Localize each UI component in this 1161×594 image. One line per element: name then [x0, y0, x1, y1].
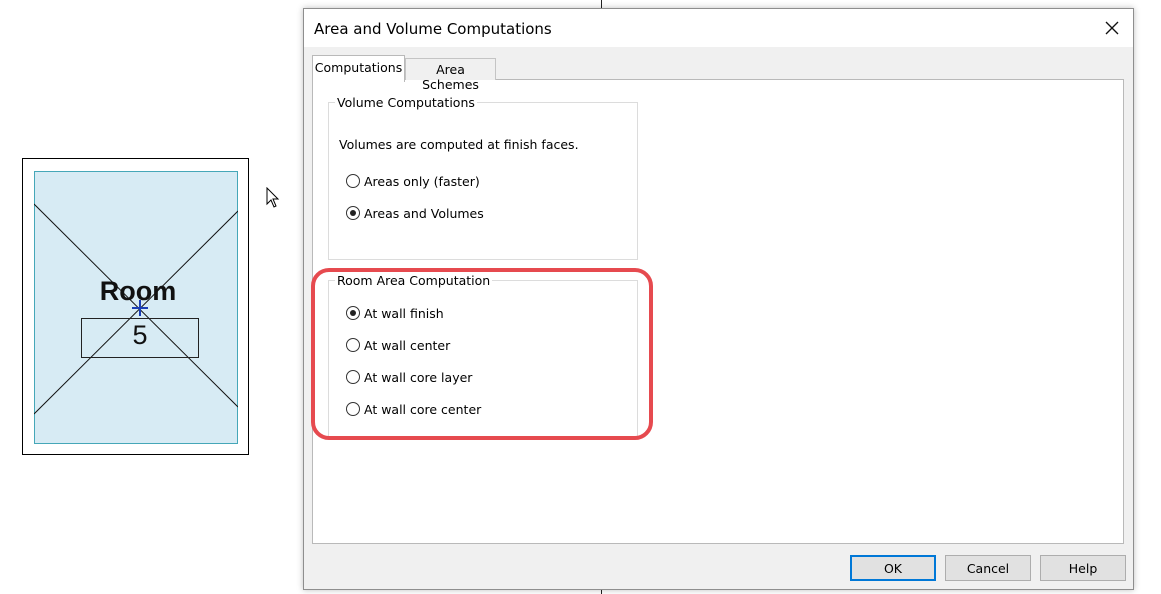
close-icon: [1105, 21, 1119, 35]
mouse-cursor-icon: [266, 187, 280, 208]
tab-computations[interactable]: Computations: [312, 55, 405, 82]
radio-label: Areas only (faster): [364, 174, 480, 189]
radio-selected-dot: [350, 210, 356, 216]
volume-description: Volumes are computed at finish faces.: [339, 137, 579, 152]
tab-area-schemes[interactable]: Area Schemes: [405, 58, 496, 92]
help-button[interactable]: Help: [1040, 555, 1126, 581]
radio-button[interactable]: [346, 206, 360, 220]
radio-button[interactable]: [346, 174, 360, 188]
radio-areas-and-volumes[interactable]: Areas and Volumes: [346, 205, 486, 223]
cancel-button[interactable]: Cancel: [945, 555, 1031, 581]
room-tag-number[interactable]: 5: [81, 320, 199, 351]
dialog-titlebar[interactable]: Area and Volume Computations: [304, 9, 1133, 47]
dialog-title: Area and Volume Computations: [314, 20, 552, 38]
canvas: Room 5 Area and Volume Computations Volu…: [0, 0, 1161, 594]
radio-areas-only[interactable]: Areas only (faster): [346, 173, 486, 191]
close-button[interactable]: [1097, 14, 1127, 42]
room-area-highlight-annotation: [311, 268, 653, 440]
radio-label: Areas and Volumes: [364, 206, 484, 221]
room-reference-cross-icon[interactable]: [131, 299, 149, 317]
volume-group-legend: Volume Computations: [335, 95, 477, 110]
ok-button[interactable]: OK: [850, 555, 936, 581]
